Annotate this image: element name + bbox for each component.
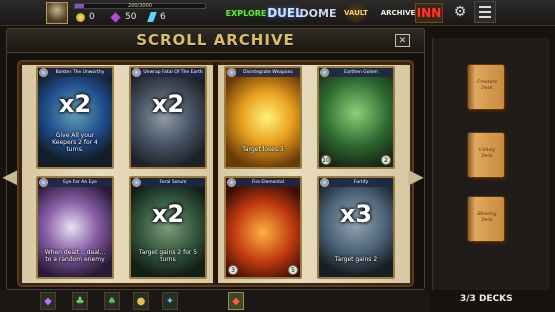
card-fire-elemental[interactable]: Fire Elemental 3 5	[224, 176, 302, 279]
gem-icon	[110, 11, 121, 23]
player-avatar[interactable]	[46, 2, 68, 24]
deck-panel: Creature Deck Unholy Deck Blessing Deck	[432, 38, 550, 290]
card-power-stat: 2	[381, 155, 391, 165]
coins-value: 0	[89, 12, 95, 22]
scroll-archive-panel: SCROLL ARCHIVE ✕ ◀ Bolster The Unworthy …	[2, 28, 425, 290]
card-art	[319, 68, 393, 167]
card-gem-icon	[320, 178, 329, 187]
tab-duel[interactable]: DUEL	[267, 3, 303, 23]
crystal-icon	[147, 12, 157, 22]
card-name: Feral Serum	[141, 178, 205, 187]
purple-gem-icon: ◆	[44, 295, 52, 307]
card-power-stat: 5	[288, 265, 298, 275]
card-gem-icon	[320, 68, 329, 77]
top-bar: 200/3000 0 50 6 EXPLORE DUEL DOME VAULT …	[0, 0, 555, 26]
xp-text: 200/3000	[128, 3, 152, 9]
card-gem-icon	[227, 178, 236, 187]
card-name: Bolster The Unworthy	[48, 68, 112, 77]
tree-icon: ♠	[107, 295, 117, 307]
card-bolster-the-unworthy[interactable]: Bolster The Unworthy x2 Give All your Ke…	[36, 66, 114, 169]
tab-archive[interactable]: ARCHIVE	[381, 3, 416, 23]
deck-count: 3/3 DECKS	[460, 294, 513, 304]
coin-icon	[76, 12, 85, 22]
crystals-value: 6	[160, 12, 166, 22]
gems-counter: 50	[110, 10, 137, 24]
card-unwrap-fatal[interactable]: Unwrap Fatal Of The Earth x2	[129, 66, 207, 169]
settings-gear-icon[interactable]: ⚙	[451, 3, 469, 21]
filter-button-blue[interactable]: ✦	[162, 292, 178, 310]
card-text: Target loses 3	[242, 146, 284, 153]
filter-button-red-active[interactable]: ◆	[228, 292, 244, 310]
filter-button-tree[interactable]: ♠	[104, 292, 120, 310]
card-earthen-golem[interactable]: Earthen Golem 10 2	[317, 66, 395, 169]
card-gem-icon	[132, 68, 141, 77]
tab-dome[interactable]: DOME	[300, 3, 337, 23]
blue-crystal-icon: ✦	[165, 295, 175, 307]
card-text: When dealt... deal... to a random enemy	[44, 249, 106, 263]
red-gem-icon: ◆	[232, 295, 240, 307]
creature-icon: ●	[136, 295, 146, 307]
card-text: Target gains 2 for 5 turns	[138, 249, 198, 263]
filter-button-creature[interactable]: ●	[133, 292, 149, 310]
deck-book-unholy[interactable]: Unholy Deck	[467, 132, 505, 178]
crystals-counter: 6	[147, 10, 166, 24]
card-eye-for-an-eye[interactable]: Eye For An Eye When dealt... deal... to …	[36, 176, 114, 279]
deck-book-creature[interactable]: Creature Deck	[467, 64, 505, 110]
card-name: Eye For An Eye	[48, 178, 112, 187]
filter-button-purple[interactable]: ◆	[40, 292, 56, 310]
card-gem-icon	[39, 68, 48, 77]
card-text: Target gains 2	[334, 256, 378, 263]
card-book: Bolster The Unworthy x2 Give All your Ke…	[17, 60, 414, 287]
card-art	[226, 178, 300, 277]
tab-inn[interactable]: INN	[415, 3, 443, 23]
card-feral-serum[interactable]: Feral Serum x2 Target gains 2 for 5 turn…	[129, 176, 207, 279]
deck-book-label: Unholy Deck	[478, 148, 496, 159]
card-name: Disintegrate Weapons	[236, 68, 300, 77]
menu-button[interactable]	[474, 1, 496, 23]
tab-explore[interactable]: EXPLORE	[226, 3, 267, 23]
prev-page-arrow-icon[interactable]: ◀	[2, 162, 17, 190]
card-name: Unwrap Fatal Of The Earth	[141, 68, 205, 77]
card-fortify[interactable]: Fortify x3 Target gains 2	[317, 176, 395, 279]
panel-titlebar: SCROLL ARCHIVE ✕	[7, 29, 424, 53]
card-cost-stat: 10	[321, 155, 331, 165]
card-multiplier: x2	[58, 90, 92, 118]
card-multiplier: x2	[151, 200, 185, 228]
card-gem-icon	[227, 68, 236, 77]
card-name: Fire Elemental	[236, 178, 300, 187]
panel-title: SCROLL ARCHIVE	[136, 31, 295, 49]
card-name: Earthen Golem	[329, 68, 393, 77]
card-gem-icon	[132, 178, 141, 187]
gems-value: 50	[125, 12, 137, 22]
close-button[interactable]: ✕	[395, 34, 410, 47]
card-multiplier: x2	[151, 90, 185, 118]
deck-book-blessing[interactable]: Blessing Deck	[467, 196, 505, 242]
deck-book-label: Creature Deck	[476, 80, 498, 91]
card-name: Fortify	[329, 178, 393, 187]
card-gem-icon	[39, 178, 48, 187]
card-cost-stat: 3	[228, 265, 238, 275]
next-page-arrow-icon[interactable]: ▶	[408, 162, 423, 190]
filter-button-nature[interactable]: ♣	[72, 292, 88, 310]
deck-book-label: Blessing Deck	[477, 212, 497, 223]
card-multiplier: x3	[339, 200, 373, 228]
card-text: Give All your Keepers 2 for 4 turns.	[52, 132, 98, 153]
tab-vault[interactable]: VAULT	[341, 3, 371, 23]
leaf-icon: ♣	[75, 295, 85, 307]
card-disintegrate-weapons[interactable]: Disintegrate Weapons Target loses 3	[224, 66, 302, 169]
filter-bar	[0, 290, 430, 312]
coins-counter: 0	[76, 10, 95, 24]
